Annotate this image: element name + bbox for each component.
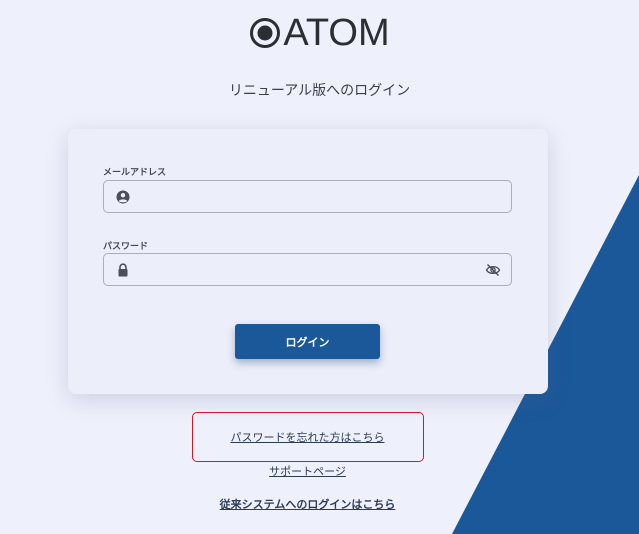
page-subtitle: リニューアル版へのログイン: [228, 83, 411, 99]
lock-icon: [118, 263, 128, 277]
login-button[interactable]: ログイン: [235, 324, 380, 359]
eye-slash-icon[interactable]: [485, 263, 501, 277]
login-card: メールアドレス パスワード ログイン: [68, 129, 548, 394]
logo-icon: [250, 18, 281, 48]
legacy-login-link[interactable]: 従来システムへのログインはこちら: [0, 496, 615, 512]
password-field-container[interactable]: [103, 253, 512, 286]
support-link[interactable]: サポートページ: [0, 463, 615, 479]
email-field-container[interactable]: [103, 180, 512, 213]
logo: ATOM: [0, 12, 639, 54]
password-input[interactable]: [134, 254, 474, 285]
logo-text: ATOM: [283, 12, 390, 54]
highlight-annotation: [192, 412, 424, 462]
email-label: メールアドレス: [103, 168, 167, 178]
email-input[interactable]: [134, 181, 474, 212]
password-label: パスワード: [103, 242, 149, 252]
user-circle-icon: [116, 190, 130, 204]
